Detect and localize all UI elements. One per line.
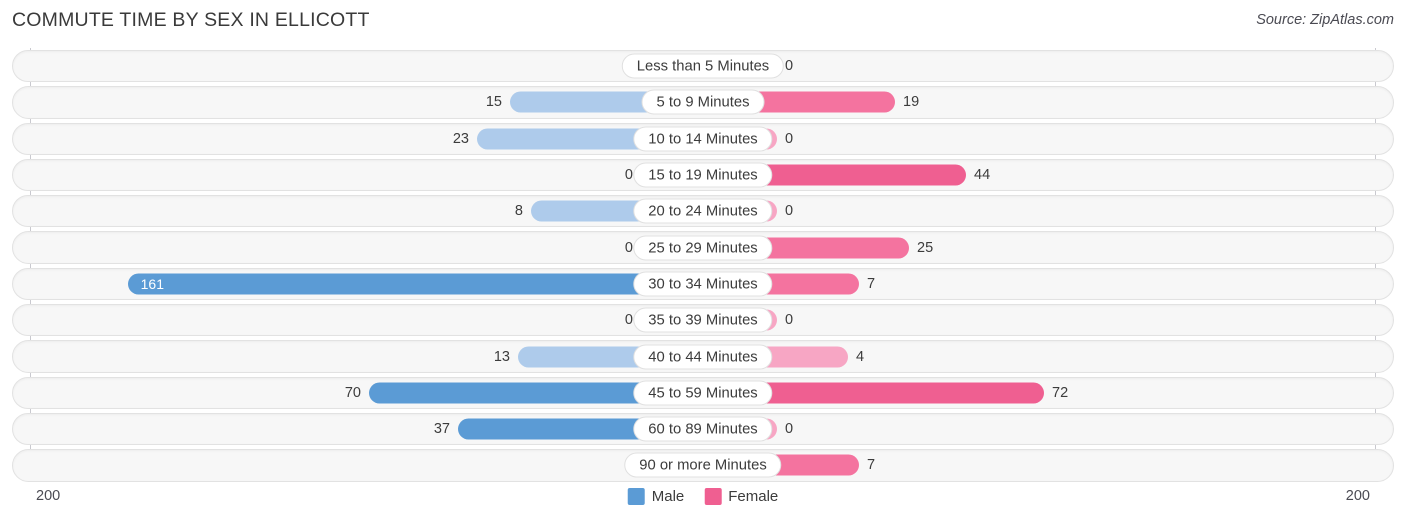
bar-row: 161 7 30 to 34 Minutes (0, 266, 1406, 302)
female-value-label: 72 (1052, 384, 1069, 401)
bar-row: 0790 or more Minutes (0, 447, 1406, 483)
chart-page: COMMUTE TIME BY SEX IN ELLICOTT Source: … (0, 0, 1406, 522)
legend-label-male: Male (651, 488, 685, 505)
category-label: 35 to 39 Minutes (633, 307, 773, 333)
female-value-label: 0 (785, 312, 794, 329)
chart-plot-area: 00Less than 5 Minutes15195 to 9 Minutes2… (0, 48, 1406, 482)
category-label: 45 to 59 Minutes (633, 380, 773, 406)
category-label: 25 to 29 Minutes (633, 235, 773, 261)
category-label: 60 to 89 Minutes (633, 416, 773, 442)
legend-swatch-male-icon (627, 488, 645, 505)
male-value-label: 0 (624, 167, 633, 184)
category-label: Less than 5 Minutes (621, 53, 785, 79)
female-value-label: 44 (974, 167, 991, 184)
legend-item-female[interactable]: Female (704, 488, 778, 505)
male-value-label: 23 (452, 130, 469, 147)
category-label: 20 to 24 Minutes (633, 198, 773, 224)
legend-item-male[interactable]: Male (627, 488, 685, 505)
female-value-label: 0 (785, 421, 794, 438)
axis-tick-left: 200 (36, 488, 61, 504)
male-value-label: 13 (493, 348, 510, 365)
category-label: 90 or more Minutes (624, 452, 782, 478)
legend-label-female: Female (728, 488, 779, 505)
legend-swatch-female-icon (704, 488, 722, 505)
bar-row: 15 19 5 to 9 Minutes (0, 84, 1406, 120)
female-value-label: 0 (785, 58, 794, 75)
male-value-label: 0 (624, 239, 633, 256)
chart-header: COMMUTE TIME BY SEX IN ELLICOTT Source: … (0, 0, 1406, 44)
page-title: COMMUTE TIME BY SEX IN ELLICOTT (12, 9, 370, 31)
bar-row: 0 0 35 to 39 Minutes (0, 302, 1406, 338)
male-value-label: 70 (344, 384, 361, 401)
chart-footer: 200 200 Male Female (0, 482, 1406, 522)
male-value-label: 15 (485, 94, 502, 111)
female-value-label: 7 (867, 457, 876, 474)
female-value-label: 0 (785, 130, 794, 147)
female-value-label: 0 (785, 203, 794, 220)
bar-row: 00Less than 5 Minutes (0, 48, 1406, 84)
axis-tick-right: 200 (1345, 488, 1370, 504)
male-value-label: 37 (433, 421, 450, 438)
female-value-label: 7 (867, 275, 876, 292)
bar-row: 0 25 25 to 29 Minutes (0, 229, 1406, 265)
category-label: 40 to 44 Minutes (633, 344, 773, 370)
female-value-label: 4 (856, 348, 865, 365)
bar-row-list: 00Less than 5 Minutes15195 to 9 Minutes2… (0, 48, 1406, 484)
male-value-label: 161 (140, 275, 164, 292)
chart-legend: Male Female (627, 488, 778, 505)
bar-row: 13 4 40 to 44 Minutes (0, 338, 1406, 374)
category-label: 15 to 19 Minutes (633, 162, 773, 188)
female-value-label: 25 (917, 239, 934, 256)
bar-row: 70 72 45 to 59 Minutes (0, 375, 1406, 411)
bar-row: 37 0 60 to 89 Minutes (0, 411, 1406, 447)
male-bar[interactable] (128, 273, 703, 295)
male-value-label: 0 (624, 312, 633, 329)
bar-row: 0 44 15 to 19 Minutes (0, 157, 1406, 193)
category-label: 5 to 9 Minutes (641, 89, 765, 115)
female-value-label: 19 (903, 94, 920, 111)
bar-row: 23 0 10 to 14 Minutes (0, 121, 1406, 157)
male-value-label: 8 (514, 203, 523, 220)
category-label: 30 to 34 Minutes (633, 271, 773, 297)
category-label: 10 to 14 Minutes (633, 126, 773, 152)
source-attribution: Source: ZipAtlas.com (1256, 12, 1394, 28)
bar-row: 8 0 20 to 24 Minutes (0, 193, 1406, 229)
